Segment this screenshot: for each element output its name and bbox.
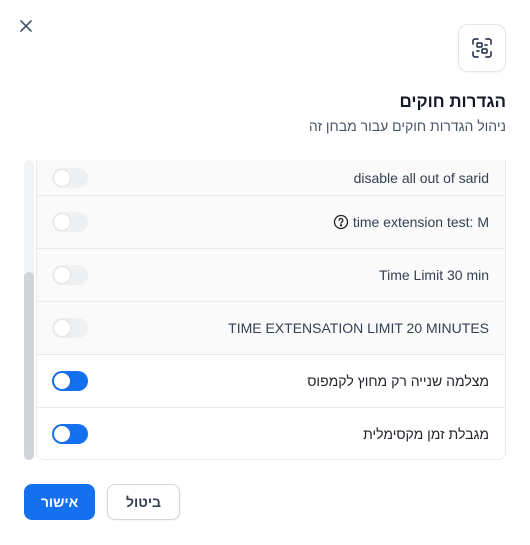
rules-list: disable all out of sarid time extension … <box>36 160 506 460</box>
rule-label: time extension test: M <box>352 214 489 230</box>
cancel-button[interactable]: ביטול <box>107 484 180 520</box>
rule-row: disable all out of sarid <box>37 160 505 195</box>
close-icon <box>20 20 32 32</box>
rule-toggle[interactable] <box>52 167 88 188</box>
rule-label: Time Limit 30 min <box>379 267 489 283</box>
rule-toggle[interactable] <box>52 371 88 391</box>
header-icon-container <box>458 24 506 72</box>
rule-label: disable all out of sarid <box>353 169 489 186</box>
rule-row: מגבלת זמן מקסימלית <box>37 407 505 460</box>
rule-row: Time Limit 30 min <box>37 248 505 301</box>
rule-label: מצלמה שנייה רק מחוץ לקמפוס <box>307 373 489 389</box>
scrollbar-thumb[interactable] <box>24 272 34 460</box>
rules-list-container: disable all out of sarid time extension … <box>24 160 506 460</box>
rule-toggle[interactable] <box>52 318 88 338</box>
rule-toggle[interactable] <box>52 265 88 285</box>
rule-label-container: time extension test: M <box>333 214 489 230</box>
question-circle-icon[interactable] <box>333 214 349 230</box>
rule-label: TIME EXTENSATION LIMIT 20 MINUTES <box>228 320 489 336</box>
rule-label: מגבלת זמן מקסימלית <box>363 426 489 442</box>
scrollbar-track[interactable] <box>24 160 34 460</box>
rule-toggle[interactable] <box>52 424 88 444</box>
rules-settings-icon <box>472 38 492 58</box>
rule-row: TIME EXTENSATION LIMIT 20 MINUTES <box>37 301 505 354</box>
dialog-subtitle: ניהול הגדרות חוקים עבור מבחן זה <box>308 118 506 134</box>
rule-row: time extension test: M <box>37 195 505 248</box>
confirm-button[interactable]: אישור <box>24 484 95 520</box>
rule-toggle[interactable] <box>52 212 88 232</box>
rules-settings-dialog: הגדרות חוקים ניהול הגדרות חוקים עבור מבח… <box>0 0 530 545</box>
rule-row: מצלמה שנייה רק מחוץ לקמפוס <box>37 354 505 407</box>
dialog-title: הגדרות חוקים <box>399 92 506 111</box>
close-button[interactable] <box>16 16 36 36</box>
